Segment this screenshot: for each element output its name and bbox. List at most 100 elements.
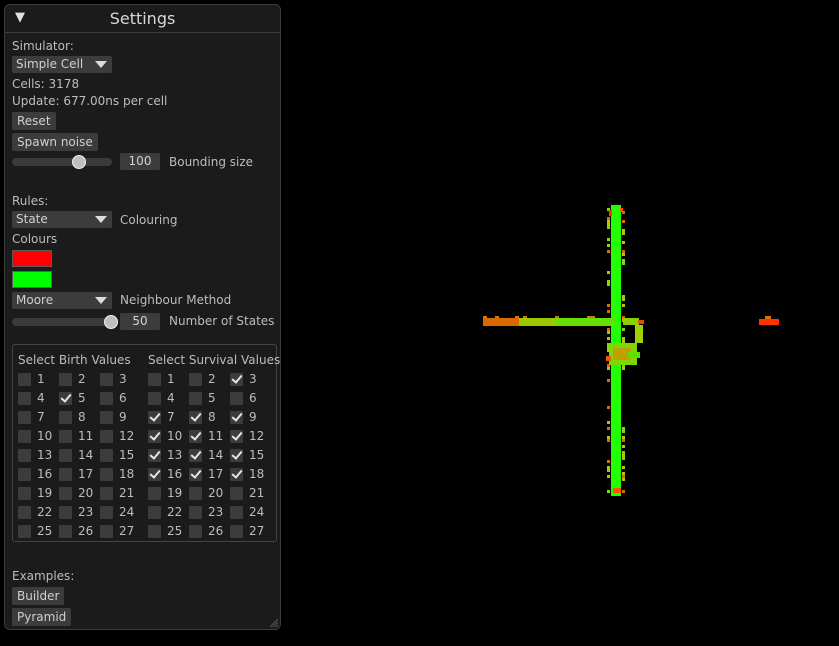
cell-block [611, 439, 621, 442]
bounding-size-slider-handle[interactable] [72, 155, 87, 169]
birth-checkbox-21[interactable] [100, 487, 113, 500]
survival-checkbox-label: 8 [208, 410, 216, 424]
birth-checkbox-6[interactable] [100, 392, 113, 405]
survival-checkbox-23[interactable] [189, 506, 202, 519]
cell-block [587, 316, 591, 318]
birth-checkbox-label: 4 [37, 391, 45, 405]
cell-block [611, 427, 621, 430]
survival-checkbox-label: 13 [167, 448, 183, 462]
birth-checkbox-22[interactable] [18, 506, 31, 519]
settings-titlebar[interactable]: ▼ Settings [5, 5, 280, 33]
birth-checkbox-1[interactable] [18, 373, 31, 386]
birth-checkbox-10[interactable] [18, 430, 31, 443]
bounding-size-slider[interactable] [12, 158, 112, 166]
survival-checkbox-13[interactable] [148, 449, 161, 462]
survival-checkbox-label: 17 [208, 467, 224, 481]
survival-checkbox-15[interactable] [230, 449, 243, 462]
survival-checkbox-3[interactable] [230, 373, 243, 386]
survival-checkbox-11[interactable] [189, 430, 202, 443]
birth-checkbox-label: 20 [78, 486, 94, 500]
birth-checkbox-20[interactable] [59, 487, 72, 500]
pyramid-example-button[interactable]: Pyramid [12, 608, 72, 626]
cell-block [622, 295, 625, 298]
cell-block [611, 256, 621, 259]
simulator-select[interactable]: Simple Cell [12, 56, 112, 73]
birth-checkbox-24[interactable] [100, 506, 113, 519]
birth-checkbox-26[interactable] [59, 525, 72, 538]
birth-checkbox-18[interactable] [100, 468, 113, 481]
birth-checkbox-16[interactable] [18, 468, 31, 481]
birth-checkbox-25[interactable] [18, 525, 31, 538]
resize-grip-icon[interactable] [268, 617, 278, 627]
cell-block [611, 262, 621, 265]
survival-checkbox-8[interactable] [189, 411, 202, 424]
birth-checkbox-8[interactable] [59, 411, 72, 424]
survival-checkbox-14[interactable] [189, 449, 202, 462]
neighbour-method-select[interactable]: Moore [12, 292, 112, 309]
survival-checkbox-26[interactable] [189, 525, 202, 538]
survival-checkbox-21[interactable] [230, 487, 243, 500]
states-slider-handle[interactable] [104, 315, 119, 329]
birth-checkbox-19[interactable] [18, 487, 31, 500]
survival-checkbox-27[interactable] [230, 525, 243, 538]
survival-checkbox-2[interactable] [189, 373, 202, 386]
cell-block [551, 318, 555, 326]
cell-block [539, 318, 543, 326]
birth-checkbox-5[interactable] [59, 392, 72, 405]
colour-swatch-2[interactable] [12, 271, 52, 288]
survival-checkbox-16[interactable] [148, 468, 161, 481]
birth-checkbox-9[interactable] [100, 411, 113, 424]
birth-checkbox-13[interactable] [18, 449, 31, 462]
survival-checkbox-22[interactable] [148, 506, 161, 519]
cell-block [759, 319, 779, 325]
cell-block [487, 318, 491, 326]
survival-checkbox-1[interactable] [148, 373, 161, 386]
reset-button[interactable]: Reset [12, 112, 56, 130]
survival-checkbox-19[interactable] [148, 487, 161, 500]
survival-checkbox-20[interactable] [189, 487, 202, 500]
survival-checkbox-6[interactable] [230, 392, 243, 405]
survival-checkbox-4[interactable] [148, 392, 161, 405]
builder-example-button[interactable]: Builder [12, 587, 65, 605]
survival-checkbox-9[interactable] [230, 411, 243, 424]
birth-checkbox-15[interactable] [100, 449, 113, 462]
birth-checkbox-7[interactable] [18, 411, 31, 424]
survival-checkbox-10[interactable] [148, 430, 161, 443]
survival-checkbox-label: 7 [167, 410, 175, 424]
birth-checkbox-11[interactable] [59, 430, 72, 443]
cell-block [611, 295, 621, 298]
cell-block [607, 280, 610, 283]
survival-checkbox-17[interactable] [189, 468, 202, 481]
states-value[interactable]: 50 [120, 313, 160, 330]
states-slider[interactable] [12, 318, 112, 326]
birth-checkbox-label: 10 [37, 429, 53, 443]
survival-checkbox-5[interactable] [189, 392, 202, 405]
birth-checkbox-2[interactable] [59, 373, 72, 386]
birth-checkbox-23[interactable] [59, 506, 72, 519]
survival-checkbox-18[interactable] [230, 468, 243, 481]
spawn-noise-button[interactable]: Spawn noise [12, 133, 98, 151]
bounding-size-value[interactable]: 100 [120, 153, 160, 170]
cell-block [620, 208, 623, 212]
colouring-select[interactable]: State [12, 211, 112, 228]
survival-checkbox-12[interactable] [230, 430, 243, 443]
cell-block [607, 220, 610, 223]
birth-checkbox-17[interactable] [59, 468, 72, 481]
colour-swatch-1[interactable] [12, 250, 52, 267]
survival-checkbox-25[interactable] [148, 525, 161, 538]
cell-block [611, 403, 621, 406]
cell-block [611, 235, 621, 238]
cell-block [611, 217, 621, 220]
survival-checkbox-24[interactable] [230, 506, 243, 519]
cell-block [603, 318, 607, 326]
birth-checkbox-14[interactable] [59, 449, 72, 462]
birth-checkbox-12[interactable] [100, 430, 113, 443]
birth-checkbox-4[interactable] [18, 392, 31, 405]
survival-checkbox-7[interactable] [148, 411, 161, 424]
birth-checkbox-27[interactable] [100, 525, 113, 538]
cell-block [611, 412, 621, 415]
simulation-viewport[interactable] [283, 0, 839, 642]
cell-block [611, 265, 621, 268]
cell-block [622, 220, 625, 223]
birth-checkbox-3[interactable] [100, 373, 113, 386]
